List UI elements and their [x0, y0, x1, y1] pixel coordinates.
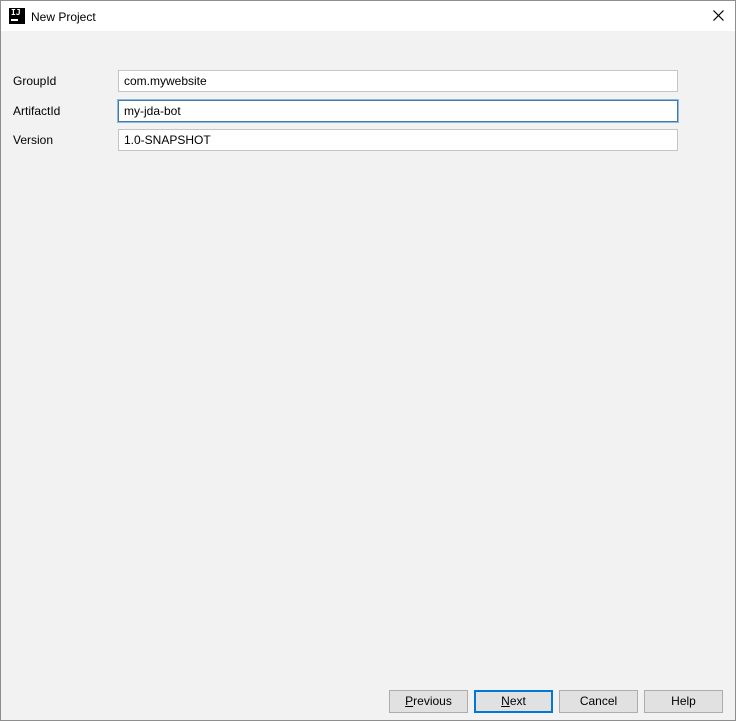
help-button[interactable]: Help — [644, 690, 723, 713]
groupid-label: GroupId — [13, 74, 57, 88]
artifactid-field[interactable] — [118, 100, 678, 122]
next-mnemonic: N — [501, 694, 510, 708]
next-button[interactable]: Next — [474, 690, 553, 713]
previous-button[interactable]: Previous — [389, 690, 468, 713]
close-button[interactable] — [701, 1, 735, 31]
groupid-field[interactable] — [118, 70, 678, 92]
next-label: ext — [509, 694, 526, 708]
intellij-idea-icon: IJ — [9, 8, 25, 24]
new-project-dialog: IJ New Project GroupId ArtifactId Versio… — [0, 0, 736, 721]
version-field[interactable] — [118, 129, 678, 151]
previous-mnemonic: P — [405, 694, 414, 708]
version-label: Version — [13, 133, 54, 147]
artifactid-label: ArtifactId — [13, 104, 61, 118]
title-bar[interactable]: IJ New Project — [1, 1, 735, 31]
window-title: New Project — [31, 10, 96, 24]
previous-label: revious — [413, 694, 452, 708]
cancel-button[interactable]: Cancel — [559, 690, 638, 713]
close-icon — [713, 10, 724, 21]
